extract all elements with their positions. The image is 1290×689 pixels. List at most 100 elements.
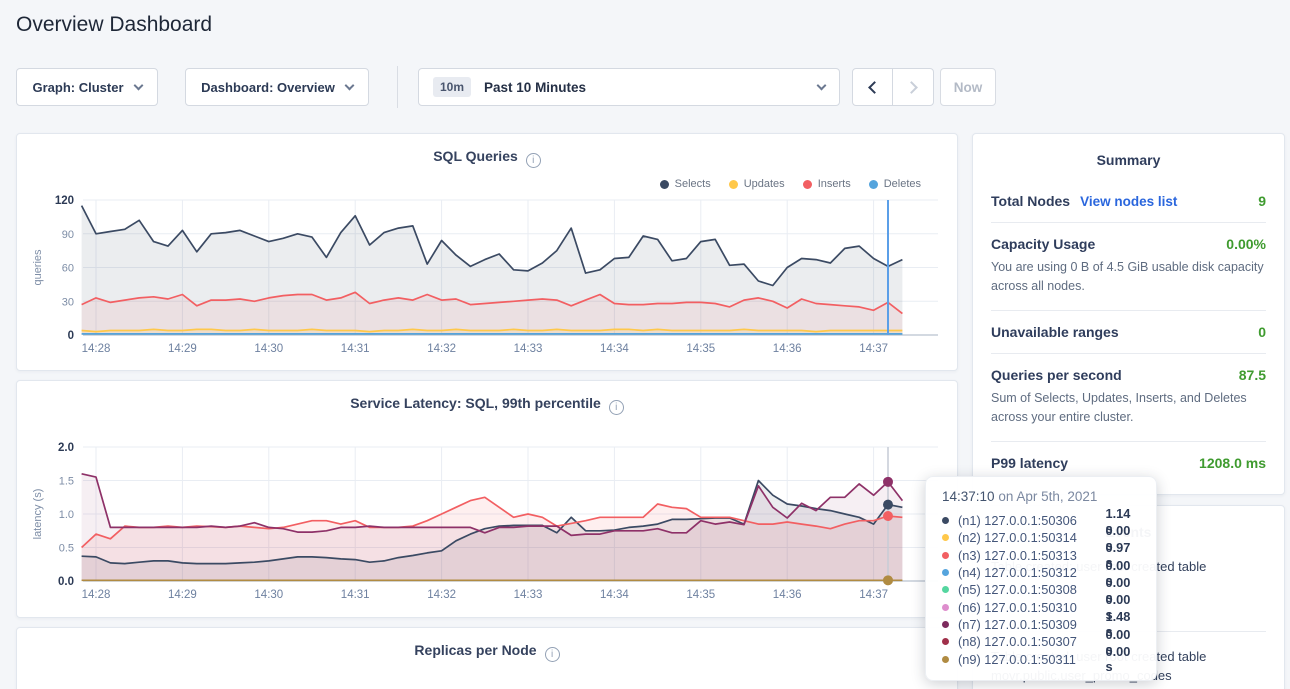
tooltip-timestamp: 14:37:10 on Apr 5th, 2021 [942,489,1140,504]
overview-dashboard-page: Overview Dashboard Graph: Cluster Dashbo… [0,0,1290,689]
svg-text:60: 60 [62,263,74,275]
info-icon[interactable]: i [545,647,560,662]
capacity-usage-value: 0.00% [1226,236,1266,252]
svg-text:14:34: 14:34 [600,589,629,601]
node-color-dot-icon [942,656,949,663]
svg-text:queries: queries [32,249,44,286]
time-step-buttons [852,68,934,106]
queries-per-second-description: Sum of Selects, Updates, Inserts, and De… [991,389,1266,428]
svg-text:14:32: 14:32 [427,589,456,601]
chevron-down-icon [817,80,827,90]
queries-per-second-label: Queries per second [991,367,1122,383]
svg-text:latency (s): latency (s) [32,489,44,540]
svg-text:14:33: 14:33 [514,589,543,601]
tooltip-node-name: (n8) 127.0.0.1:50307 [958,634,1105,649]
node-color-dot-icon [942,517,949,524]
svg-text:90: 90 [62,229,74,241]
dashboard-dropdown[interactable]: Dashboard: Overview [185,68,369,106]
tooltip-node-name: (n7) 127.0.0.1:50309 [958,617,1105,632]
svg-text:30: 30 [62,296,74,308]
svg-text:14:28: 14:28 [82,343,111,355]
tooltip-node-name: (n6) 127.0.0.1:50310 [958,600,1105,615]
page-title: Overview Dashboard [16,13,212,37]
svg-text:0.0: 0.0 [58,576,74,588]
unavailable-ranges-section: Unavailable ranges 0 [991,310,1266,353]
tooltip-node-name: (n3) 127.0.0.1:50313 [958,548,1105,563]
next-range-button[interactable] [893,69,933,105]
chevron-down-icon [133,80,143,90]
total-nodes-value: 9 [1258,193,1266,209]
svg-text:120: 120 [55,195,74,207]
svg-text:14:34: 14:34 [600,343,629,355]
chevron-right-icon [905,81,918,94]
tooltip-node-name: (n4) 127.0.0.1:50312 [958,565,1105,580]
node-color-dot-icon [942,552,949,559]
svg-text:14:31: 14:31 [341,589,370,601]
node-color-dot-icon [942,638,949,645]
chart-hover-tooltip: 14:37:10 on Apr 5th, 2021 (n1) 127.0.0.1… [925,476,1157,681]
node-color-dot-icon [942,586,949,593]
total-nodes-section: Total Nodes View nodes list 9 [991,180,1266,222]
node-color-dot-icon [942,621,949,628]
svg-text:14:30: 14:30 [254,343,283,355]
svg-text:14:37: 14:37 [859,343,888,355]
tooltip-node-name: (n1) 127.0.0.1:50306 [958,513,1105,528]
chevron-left-icon [868,81,881,94]
svg-text:2.0: 2.0 [58,442,74,454]
replicas-per-node-title: Replicas per Nodei [17,642,957,662]
sql-queries-chart[interactable]: 14:28 14:29 14:30 14:31 14:32 14:33 14:34 14:35… [17,134,957,370]
svg-text:14:29: 14:29 [168,589,197,601]
p99-latency-value: 1208.0 ms [1199,455,1266,471]
toolbar-divider [397,66,398,108]
tooltip-node-list: (n1) 127.0.0.1:503061.14 s(n2) 127.0.0.1… [942,512,1140,668]
tooltip-node-name: (n2) 127.0.0.1:50314 [958,530,1105,545]
svg-text:0.5: 0.5 [59,543,74,555]
tooltip-node-value: 0.00 s [1105,644,1140,674]
svg-text:14:35: 14:35 [686,343,715,355]
dashboard-dropdown-label: Dashboard: Overview [201,80,335,95]
capacity-usage-description: You are using 0 B of 4.5 GiB usable disk… [991,258,1266,297]
replicas-per-node-card: Replicas per Nodei [16,627,958,689]
capacity-usage-section: Capacity Usage 0.00% You are using 0 B o… [991,222,1266,310]
time-range-label: Past 10 Minutes [484,80,586,95]
now-button[interactable]: Now [940,68,996,106]
svg-text:14:36: 14:36 [773,343,802,355]
service-latency-card: Service Latency: SQL, 99th percentilei 1… [16,380,958,618]
svg-text:14:29: 14:29 [168,343,197,355]
time-range-badge: 10m [433,77,471,97]
summary-panel: Summary Total Nodes View nodes list 9 Ca… [972,133,1285,495]
previous-range-button[interactable] [853,69,893,105]
tooltip-node-name: (n5) 127.0.0.1:50308 [958,582,1105,597]
svg-text:14:32: 14:32 [427,343,456,355]
svg-text:14:35: 14:35 [686,589,715,601]
time-range-picker[interactable]: 10m Past 10 Minutes [418,68,840,106]
svg-text:14:36: 14:36 [773,589,802,601]
svg-text:14:33: 14:33 [514,343,543,355]
svg-text:14:30: 14:30 [254,589,283,601]
chevron-down-icon [344,80,354,90]
node-color-dot-icon [942,534,949,541]
svg-text:1.0: 1.0 [59,509,74,521]
tooltip-node-name: (n9) 127.0.0.1:50311 [958,652,1105,667]
unavailable-ranges-value: 0 [1258,324,1266,340]
total-nodes-label: Total Nodes [991,193,1070,209]
svg-text:0: 0 [68,330,74,342]
graph-dropdown-label: Graph: Cluster [32,80,123,95]
summary-title: Summary [973,134,1284,180]
node-color-dot-icon [942,569,949,576]
p99-latency-label: P99 latency [991,455,1068,471]
queries-per-second-section: Queries per second 87.5 Sum of Selects, … [991,353,1266,441]
sql-queries-card: SQL Queriesi Selects Updates Inserts Del… [16,133,958,371]
svg-text:14:31: 14:31 [341,343,370,355]
capacity-usage-label: Capacity Usage [991,236,1095,252]
tooltip-node-row: (n9) 127.0.0.1:503110.00 s [942,650,1140,667]
svg-text:1.5: 1.5 [59,476,74,488]
queries-per-second-value: 87.5 [1239,367,1266,383]
node-color-dot-icon [942,604,949,611]
svg-text:14:37: 14:37 [859,589,888,601]
unavailable-ranges-label: Unavailable ranges [991,324,1119,340]
svg-text:14:28: 14:28 [82,589,111,601]
graph-dropdown[interactable]: Graph: Cluster [16,68,158,106]
view-nodes-list-link[interactable]: View nodes list [1080,194,1177,209]
service-latency-chart[interactable]: 14:28 14:29 14:30 14:31 14:32 14:33 14:34 14:35… [17,381,957,617]
